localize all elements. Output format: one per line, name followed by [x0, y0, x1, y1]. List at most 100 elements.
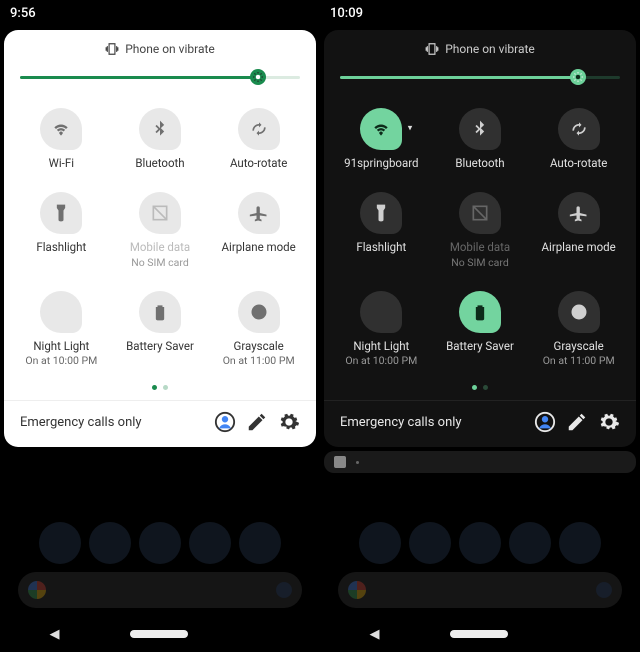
battery-icon	[470, 302, 490, 322]
qs-tile-icon-chip	[40, 108, 82, 150]
wifi-icon	[51, 119, 71, 139]
dock-app	[559, 522, 601, 564]
gear-icon	[278, 411, 300, 433]
back-button[interactable]: ◀	[50, 627, 60, 642]
notification-peek[interactable]	[324, 451, 636, 473]
qs-tile-icon-chip	[40, 192, 82, 234]
qs-tile-label: Airplane mode	[542, 240, 616, 254]
page-dot	[152, 385, 157, 390]
qs-tile-bluetooth[interactable]: Bluetooth	[433, 108, 528, 170]
qs-tile-label: Bluetooth	[135, 156, 184, 170]
qs-tile-label: Battery Saver	[126, 339, 194, 353]
qs-tile-rotate[interactable]: Auto-rotate	[211, 108, 306, 170]
carrier-status: Emergency calls only	[340, 415, 462, 430]
qs-tile-label: Battery Saver	[446, 339, 514, 353]
user-switch-button[interactable]	[214, 411, 236, 433]
dock-app	[359, 522, 401, 564]
qs-tile-sublabel: On at 10:00 PM	[345, 354, 417, 367]
nightlight-icon	[51, 302, 71, 322]
qs-tile-grayscale[interactable]: GrayscaleOn at 11:00 PM	[211, 291, 306, 368]
qs-tile-nightlight[interactable]: Night LightOn at 10:00 PM	[334, 291, 429, 368]
qs-tile-icon-chip	[139, 291, 181, 333]
flashlight-icon	[371, 203, 391, 223]
page-indicator[interactable]	[330, 377, 630, 400]
qs-tile-sublabel: No SIM card	[131, 256, 189, 269]
edit-tiles-button[interactable]	[566, 411, 588, 433]
clock: 9:56	[10, 6, 36, 21]
qs-tile-flashlight[interactable]: Flashlight	[334, 192, 429, 269]
qs-tile-battery[interactable]: Battery Saver	[113, 291, 208, 368]
grayscale-icon	[569, 302, 589, 322]
qs-tile-sublabel: On at 11:00 PM	[543, 354, 615, 367]
qs-tile-battery[interactable]: Battery Saver	[433, 291, 528, 368]
ringer-status-label: Phone on vibrate	[125, 42, 215, 56]
tiles-grid: Wi-Fi Bluetooth Auto-rotate Flashlight Mobil…	[10, 94, 310, 377]
page-dot	[472, 385, 477, 390]
rotate-icon	[249, 119, 269, 139]
home-pill[interactable]	[130, 630, 188, 638]
qs-tile-wifi[interactable]: Wi-Fi	[14, 108, 109, 170]
back-button[interactable]: ◀	[370, 627, 380, 642]
grayscale-icon	[249, 302, 269, 322]
qs-tile-mobiledata[interactable]: Mobile dataNo SIM card	[433, 192, 528, 269]
qs-tile-bluetooth[interactable]: Bluetooth	[113, 108, 208, 170]
dock-app	[139, 522, 181, 564]
brightness-slider[interactable]	[340, 66, 620, 88]
qs-tile-icon-chip	[558, 108, 600, 150]
dock	[0, 522, 320, 564]
qs-tile-rotate[interactable]: Auto-rotate	[531, 108, 626, 170]
settings-button[interactable]	[278, 411, 300, 433]
qs-tile-icon-chip	[459, 192, 501, 234]
qs-tile-nightlight[interactable]: Night LightOn at 10:00 PM	[14, 291, 109, 368]
mobiledata-icon	[150, 203, 170, 223]
home-pill[interactable]	[450, 630, 508, 638]
brightness-fill	[20, 76, 258, 79]
bluetooth-icon	[150, 119, 170, 139]
google-icon	[348, 581, 366, 599]
qs-tile-icon-chip	[238, 192, 280, 234]
qs-tile-airplane[interactable]: Airplane mode	[211, 192, 306, 269]
qs-tile-wifi[interactable]: ▾91springboard	[334, 108, 429, 170]
brightness-thumb[interactable]	[570, 69, 586, 85]
ringer-status[interactable]: Phone on vibrate	[10, 38, 310, 66]
qs-tile-label: Night Light	[353, 339, 409, 353]
qs-tile-grayscale[interactable]: GrayscaleOn at 11:00 PM	[531, 291, 626, 368]
wifi-icon	[371, 119, 391, 139]
gear-icon	[598, 411, 620, 433]
edit-tiles-button[interactable]	[246, 411, 268, 433]
qs-tile-sublabel: On at 10:00 PM	[25, 354, 97, 367]
settings-button[interactable]	[598, 411, 620, 433]
qs-tile-label: Auto-rotate	[230, 156, 287, 170]
page-dot	[483, 385, 488, 390]
user-switch-button[interactable]	[534, 411, 556, 433]
screenshot-light: 9:56 Phone on vibrate Wi-Fi Bluetooth Auto…	[0, 0, 320, 652]
qs-tile-label: Grayscale	[554, 339, 604, 353]
quick-settings-panel: Phone on vibrate Wi-Fi Bluetooth Auto-rota…	[4, 30, 316, 447]
qs-tile-label: Flashlight	[356, 240, 406, 254]
quick-settings-panel: Phone on vibrate ▾91springboard Bluetooth…	[324, 30, 636, 447]
nav-bar: ◀	[0, 616, 320, 652]
dock-app	[509, 522, 551, 564]
qs-tile-icon-chip	[459, 291, 501, 333]
google-icon	[28, 581, 46, 599]
qs-tile-mobiledata[interactable]: Mobile dataNo SIM card	[113, 192, 208, 269]
vibrate-icon	[105, 42, 119, 56]
brightness-slider[interactable]	[20, 66, 300, 88]
qs-tile-icon-chip: ▾	[360, 108, 402, 150]
qs-tile-airplane[interactable]: Airplane mode	[531, 192, 626, 269]
page-indicator[interactable]	[10, 377, 310, 400]
qs-tile-label: Auto-rotate	[550, 156, 607, 170]
brightness-fill	[340, 76, 578, 79]
dock-app	[39, 522, 81, 564]
qs-tile-label: Bluetooth	[455, 156, 504, 170]
qs-tile-icon-chip	[459, 108, 501, 150]
qs-tile-icon-chip	[40, 291, 82, 333]
brightness-thumb[interactable]	[250, 69, 266, 85]
ringer-status[interactable]: Phone on vibrate	[330, 38, 630, 66]
qs-tile-sublabel: On at 11:00 PM	[223, 354, 295, 367]
qs-tile-sublabel: No SIM card	[451, 256, 509, 269]
qs-tile-flashlight[interactable]: Flashlight	[14, 192, 109, 269]
image-icon	[334, 456, 346, 468]
status-bar: 9:56	[0, 0, 320, 26]
qs-tile-label: Flashlight	[36, 240, 86, 254]
